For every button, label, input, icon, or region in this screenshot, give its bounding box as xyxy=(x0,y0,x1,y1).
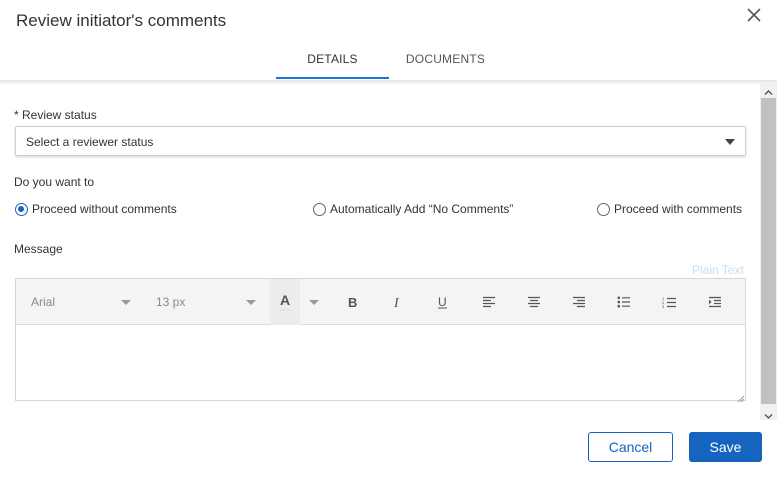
bulleted-list-icon[interactable] xyxy=(614,291,634,313)
italic-icon[interactable]: I xyxy=(388,291,408,313)
message-label: Message xyxy=(14,242,63,256)
radio-proceed-without-comments[interactable]: Proceed without comments xyxy=(15,201,177,217)
svg-text:I: I xyxy=(393,296,400,309)
review-dialog: Review initiator's comments DETAILS DOCU… xyxy=(0,0,777,478)
scrollbar-thumb[interactable] xyxy=(761,98,776,404)
resize-handle-icon[interactable] xyxy=(735,390,745,403)
details-panel: * Review status Select a reviewer status… xyxy=(0,82,760,420)
chevron-down-icon xyxy=(121,299,131,305)
review-status-select[interactable]: Select a reviewer status xyxy=(15,126,746,156)
font-size-value: 13 px xyxy=(156,295,186,309)
radio-unchecked-icon xyxy=(597,202,610,216)
choice-label: Do you want to xyxy=(14,175,95,189)
review-status-value: Select a reviewer status xyxy=(26,135,154,149)
radio-label: Proceed with comments xyxy=(614,202,743,216)
radio-auto-no-comments[interactable]: Automatically Add “No Comments” xyxy=(313,201,513,217)
font-family-select[interactable]: Arial xyxy=(31,291,131,313)
editor-toolbar: Arial 13 px A B I U 1 2 3 xyxy=(16,279,745,325)
radio-label: Automatically Add “No Comments” xyxy=(330,202,514,216)
indent-icon[interactable] xyxy=(705,291,725,313)
numbered-list-icon[interactable]: 123 xyxy=(659,291,679,313)
svg-text:B: B xyxy=(348,295,357,309)
message-textarea[interactable] xyxy=(16,325,745,400)
message-editor: Arial 13 px A B I U 1 2 3 xyxy=(15,278,746,403)
radio-proceed-with-comments[interactable]: Proceed with comments xyxy=(597,201,742,217)
vertical-scrollbar[interactable] xyxy=(760,82,777,420)
chevron-down-icon xyxy=(309,299,319,305)
active-tab-indicator xyxy=(276,77,389,79)
scroll-down-icon[interactable] xyxy=(764,408,773,419)
chevron-down-icon xyxy=(725,139,735,145)
save-button[interactable]: Save xyxy=(689,432,762,462)
plain-text-link[interactable]: Plain Text xyxy=(692,263,744,277)
underline-icon[interactable]: U xyxy=(433,291,453,313)
font-color-dropdown[interactable] xyxy=(306,291,322,313)
review-status-label: * Review status xyxy=(14,108,97,122)
tab-details[interactable]: DETAILS xyxy=(276,44,389,80)
radio-unchecked-icon xyxy=(313,202,326,216)
align-left-icon[interactable] xyxy=(479,291,499,313)
radio-label: Proceed without comments xyxy=(32,202,177,216)
bold-icon[interactable]: B xyxy=(343,291,363,313)
font-size-select[interactable]: 13 px xyxy=(156,291,256,313)
align-right-icon[interactable] xyxy=(569,291,589,313)
tab-bar: DETAILS DOCUMENTS xyxy=(0,44,777,80)
svg-text:3: 3 xyxy=(662,304,665,309)
svg-text:U: U xyxy=(438,295,447,309)
font-color-icon: A xyxy=(279,292,291,308)
cancel-button[interactable]: Cancel xyxy=(588,432,673,462)
radio-checked-icon xyxy=(15,202,28,216)
close-icon[interactable] xyxy=(744,5,764,25)
font-color-button[interactable]: A xyxy=(270,279,300,325)
scroll-up-icon[interactable] xyxy=(764,84,773,95)
chevron-down-icon xyxy=(246,299,256,305)
tab-documents[interactable]: DOCUMENTS xyxy=(389,44,502,80)
font-color-swatch xyxy=(278,309,292,311)
align-center-icon[interactable] xyxy=(524,291,544,313)
dialog-title: Review initiator's comments xyxy=(16,11,227,30)
font-family-value: Arial xyxy=(31,295,56,309)
